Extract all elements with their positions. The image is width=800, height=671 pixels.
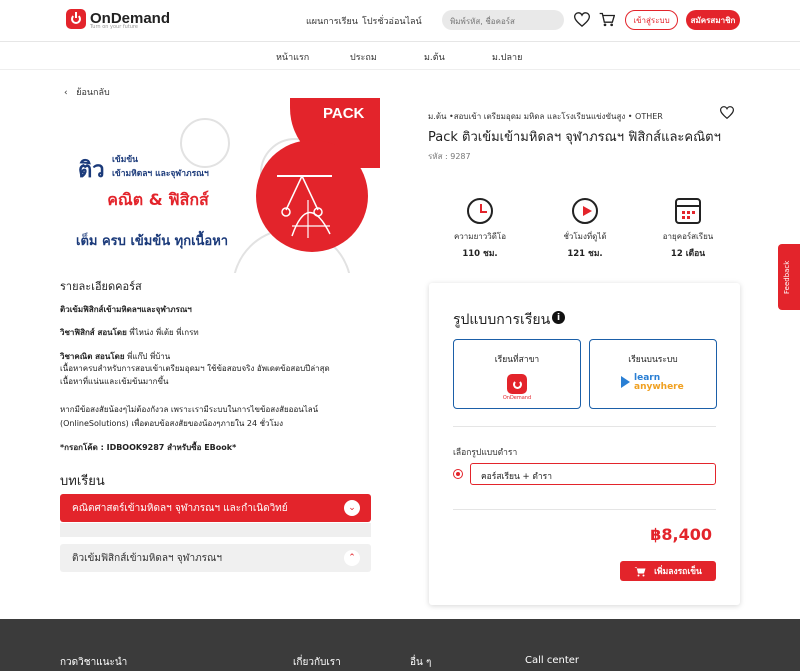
footer-col-about[interactable]: เกี่ยวกับเรา [293,655,341,670]
course-breadcrumb: ม.ต้น •สอบเข้า เตรียมอุดม มหิดล และโรงเร… [428,112,663,121]
learning-format-title: รูปแบบการเรียน [453,312,551,328]
learn-anywhere-logo-icon [621,376,630,388]
wishlist-heart-icon[interactable] [719,106,735,122]
details-math-teachers: วิชาคณิต สอนโดย พี่แก๊ป พี่บ้าน [60,352,171,361]
add-to-cart-button[interactable]: เพิ่มลงรถเข็น [620,561,716,581]
calendar-icon [675,198,701,224]
stat-course-duration: อายุคอร์สเรียน 12 เดือน [653,198,723,260]
lessons-title: บทเรียน [60,474,105,489]
science-icon [277,175,332,238]
tab-home[interactable]: หน้าแรก [276,50,309,64]
purchase-card: รูปแบบการเรียน i เรียนที่สาขา OnDemand เ… [429,283,740,605]
feedback-tab[interactable]: Feedback [778,244,800,310]
chevron-up-icon[interactable]: ⌃ [344,550,360,566]
footer: กวดวิชาแนะนำ เกี่ยวกับเรา อื่น ๆ Call ce… [0,619,800,671]
course-details-title: รายละเอียดคอร์ส [60,280,142,293]
option-study-at-branch[interactable]: เรียนที่สาขา OnDemand [453,339,581,409]
back-link[interactable]: ‹ ย้อนกลับ [64,85,110,99]
nav-study-plan[interactable]: แผนการเรียน [306,14,358,28]
tab-lower-secondary[interactable]: ม.ต้น [424,50,445,64]
stat-watch-hours: ชั่วโมงที่ดูได้ 121 ชม. [550,198,620,260]
lesson-title: คณิตศาสตร์เข้ามหิดลฯ จุฬาภรณฯ และกำเนิดว… [72,502,288,514]
lesson-accordion-math[interactable]: คณิตศาสตร์เข้ามหิดลฯ จุฬาภรณฯ และกำเนิดว… [60,494,371,522]
lesson-divider [60,523,371,537]
back-label: ย้อนกลับ [76,88,110,98]
details-line: หากมีข้อสงสัยน้องๆไม่ต้องกังวล เพราะเราม… [60,405,319,414]
details-line: เนื้อหาที่แน่นและเข้มข้นมากขึ้น [60,377,169,386]
search-input[interactable]: พิมพ์รหัส, ชื่อคอร์ส [442,10,564,30]
pack-tagline: เต็ม ครบ เข้มข้น ทุกเนื้อหา [76,234,229,249]
details-line: (OnlineSolutions) เพื่อตอบข้อสงสัยของน้อ… [60,419,284,428]
course-code: รหัส : 9287 [428,152,471,161]
logo-tagline: Turn on your future [90,24,138,30]
footer-col-call-center[interactable]: Call center [525,655,579,666]
chevron-down-icon[interactable]: ⌄ [344,500,360,516]
lesson-accordion-physics[interactable]: ติวเข้มฟิสิกส์เข้ามหิดลฯ จุฬาภรณฯ ⌃ [60,544,371,572]
ebook-code: *กรอกโค้ด : IDBOOK9287 สำหรับซื้อ EBook* [60,443,237,452]
register-button[interactable]: สมัครสมาชิก [686,10,740,30]
cart-icon[interactable] [598,10,616,28]
pack-schools: เข้ามหิดลฯ และจุฬาภรณฯ [112,169,209,179]
nav-promotion[interactable]: โปรชั่วอ่อนไลน์ [362,14,422,28]
header: OnDemand Turn on your future แผนการเรียน… [0,0,800,42]
level-nav: หน้าแรก ประถม ม.ต้น ม.ปลาย [0,42,800,70]
login-button[interactable]: เข้าสู่ระบบ [625,10,678,30]
pack-headline: ติว [78,158,105,183]
play-icon [572,198,598,224]
course-title: Pack ติวเข้มเข้ามหิดลฯ จุฬาภรณฯ ฟิสิกส์แ… [428,130,721,145]
pack-subheadline: เข้มข้น [112,155,138,165]
details-line: เนื้อหาครบสำหรับการสอบเข้าเตรียมอุดมฯ ใช… [60,364,330,373]
course-price: ฿8,400 [650,525,712,544]
power-icon [66,9,86,29]
footer-col-others[interactable]: อื่น ๆ [410,655,431,670]
tab-upper-secondary[interactable]: ม.ปลาย [492,50,522,64]
cart-icon [634,566,646,576]
heart-icon[interactable] [573,10,591,28]
textbook-select-label: เลือกรูปแบบตำรา [453,448,518,458]
info-icon[interactable]: i [552,311,565,324]
tab-primary[interactable]: ประถม [350,50,377,64]
footer-col-recommended[interactable]: กวดวิชาแนะนำ [60,655,127,670]
logo[interactable]: OnDemand Turn on your future [66,9,170,30]
clock-icon [467,198,493,224]
stat-video-length: ความยาววิดีโอ 110 ชม. [445,198,515,260]
option-study-online[interactable]: เรียนบนระบบ learn anywhere [589,339,717,409]
details-physics-teachers: วิชาฟิสิกส์ สอนโดย พี่ไหน่ง พี่เต้ย พี่เ… [60,328,199,337]
ondemand-logo-icon [507,374,527,394]
pack-subject-banner: คณิต & ฟิสิกส์ [60,186,256,214]
details-line: ติวเข้มฟิสิกส์เข้ามหิดลฯและจุฬาภรณฯ [60,305,192,314]
chevron-left-icon: ‹ [64,88,68,98]
textbook-select[interactable]: คอร์สเรียน + ตำรา [470,463,716,485]
pack-label: PACK [323,105,365,122]
lesson-title: ติวเข้มฟิสิกส์เข้ามหิดลฯ จุฬาภรณฯ [72,552,222,564]
textbook-radio[interactable] [453,469,463,479]
